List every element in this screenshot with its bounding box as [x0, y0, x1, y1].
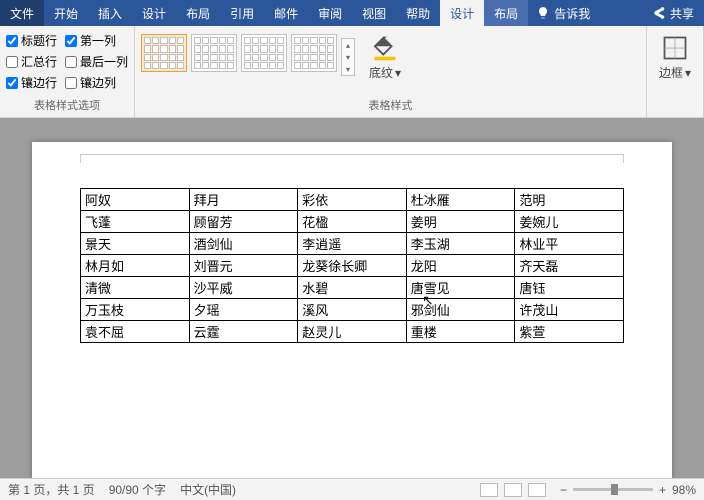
tab-design[interactable]: 设计 — [132, 0, 176, 26]
zoom-slider[interactable] — [573, 488, 653, 491]
share-icon — [652, 6, 666, 20]
table-style-1[interactable] — [141, 34, 187, 72]
tab-table-design[interactable]: 设计 — [440, 0, 484, 26]
table-row: 万玉枝夕瑶溪风邪剑仙许茂山 — [81, 299, 624, 321]
table-style-3[interactable] — [241, 34, 287, 72]
lightbulb-icon — [536, 6, 550, 20]
table-style-4[interactable] — [291, 34, 337, 72]
share-button[interactable]: 共享 — [642, 0, 704, 26]
document-area[interactable]: ↖ 阿奴拜月彩依杜冰雁范明 飞蓬顾留芳花楹姜明姜婉儿 景天酒剑仙李逍遥李玉湖林业… — [0, 118, 704, 478]
view-print-layout[interactable] — [504, 483, 522, 497]
status-words[interactable]: 90/90 个字 — [109, 481, 166, 498]
table-row: 袁不屈云霆赵灵儿重楼紫萱 — [81, 321, 624, 343]
menu-bar: 文件 开始 插入 设计 布局 引用 邮件 审阅 视图 帮助 设计 布局 告诉我 … — [0, 0, 704, 26]
tab-file[interactable]: 文件 — [0, 0, 44, 26]
tab-review[interactable]: 审阅 — [308, 0, 352, 26]
tell-me[interactable]: 告诉我 — [528, 0, 598, 26]
table-style-gallery[interactable]: ▴▾▾ — [141, 30, 355, 76]
table-row: 阿奴拜月彩依杜冰雁范明 — [81, 189, 624, 211]
content-table[interactable]: 阿奴拜月彩依杜冰雁范明 飞蓬顾留芳花楹姜明姜婉儿 景天酒剑仙李逍遥李玉湖林业平 … — [80, 188, 624, 343]
view-buttons — [480, 483, 546, 497]
table-row: 清微沙平威水碧唐雪见唐钰 — [81, 277, 624, 299]
chk-last-col[interactable]: 最后一列 — [65, 53, 128, 70]
view-read-mode[interactable] — [480, 483, 498, 497]
status-page[interactable]: 第 1 页，共 1 页 — [8, 481, 95, 498]
chevron-down-icon: ▾ — [685, 66, 691, 80]
zoom-value[interactable]: 98% — [672, 483, 696, 497]
chk-header-row[interactable]: 标题行 — [6, 32, 57, 49]
chk-banded-row[interactable]: 镶边行 — [6, 74, 57, 91]
tab-home[interactable]: 开始 — [44, 0, 88, 26]
shading-button[interactable]: 底纹▾ — [363, 30, 407, 85]
group-table-style-options: 标题行 汇总行 镶边行 第一列 最后一列 镶边列 表格样式选项 — [0, 26, 135, 117]
ruler-mark — [80, 154, 624, 155]
chk-banded-col[interactable]: 镶边列 — [65, 74, 128, 91]
tab-insert[interactable]: 插入 — [88, 0, 132, 26]
style-gallery-more[interactable]: ▴▾▾ — [341, 38, 355, 76]
zoom-out[interactable]: − — [560, 483, 567, 497]
table-row: 飞蓬顾留芳花楹姜明姜婉儿 — [81, 211, 624, 233]
zoom-control: − + 98% — [560, 483, 696, 497]
ribbon: 标题行 汇总行 镶边行 第一列 最后一列 镶边列 表格样式选项 ▴▾▾ — [0, 26, 704, 118]
tab-layout[interactable]: 布局 — [176, 0, 220, 26]
tab-help[interactable]: 帮助 — [396, 0, 440, 26]
view-web-layout[interactable] — [528, 483, 546, 497]
group-table-styles: ▴▾▾ 底纹▾ 表格样式 — [135, 26, 647, 117]
paint-bucket-icon — [371, 34, 399, 62]
table-row: 林月如刘晋元龙葵徐长卿龙阳齐天磊 — [81, 255, 624, 277]
border-button[interactable]: 边框▾ — [653, 30, 697, 85]
border-icon — [661, 34, 689, 62]
chk-first-col[interactable]: 第一列 — [65, 32, 128, 49]
chk-total-row[interactable]: 汇总行 — [6, 53, 57, 70]
table-style-2[interactable] — [191, 34, 237, 72]
status-bar: 第 1 页，共 1 页 90/90 个字 中文(中国) − + 98% — [0, 478, 704, 500]
chevron-down-icon: ▾ — [395, 66, 401, 80]
zoom-in[interactable]: + — [659, 483, 666, 497]
tab-view[interactable]: 视图 — [352, 0, 396, 26]
table-row: 景天酒剑仙李逍遥李玉湖林业平 — [81, 233, 624, 255]
group-borders: 边框▾ — [647, 26, 704, 117]
tab-table-layout[interactable]: 布局 — [484, 0, 528, 26]
tab-references[interactable]: 引用 — [220, 0, 264, 26]
tab-mailings[interactable]: 邮件 — [264, 0, 308, 26]
status-lang[interactable]: 中文(中国) — [180, 481, 236, 498]
page[interactable]: ↖ 阿奴拜月彩依杜冰雁范明 飞蓬顾留芳花楹姜明姜婉儿 景天酒剑仙李逍遥李玉湖林业… — [32, 142, 672, 478]
